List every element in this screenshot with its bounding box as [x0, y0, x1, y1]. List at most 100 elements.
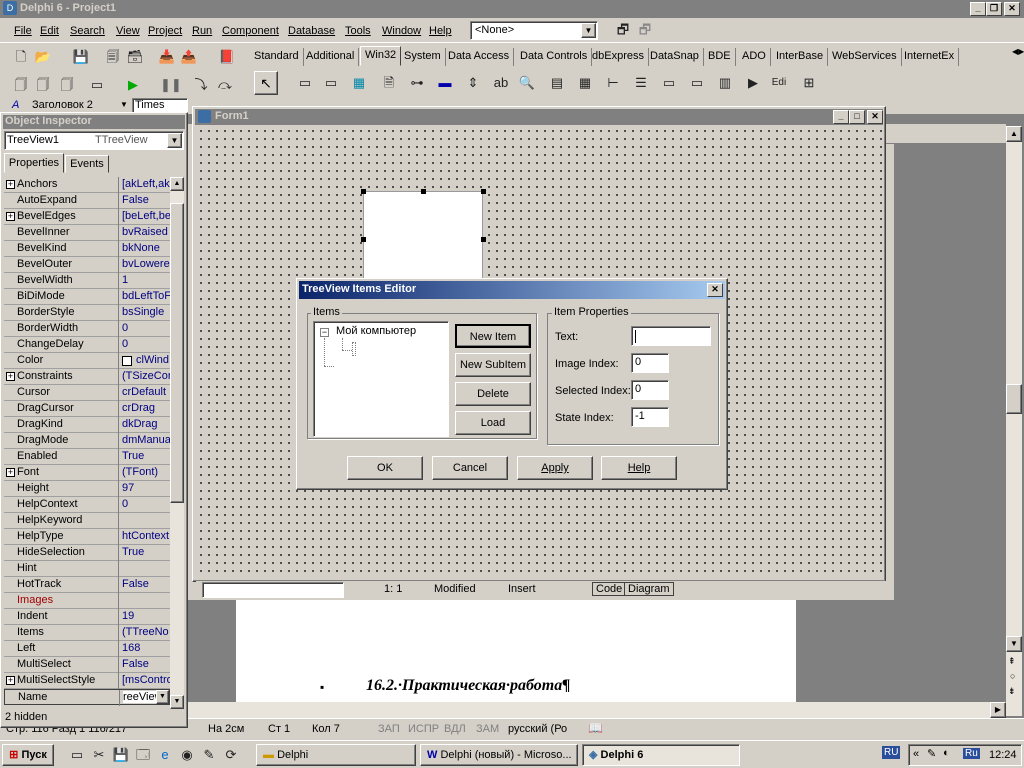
property-value[interactable]: bvLowere	[122, 258, 170, 270]
items-tree[interactable]: − Мой компьютер	[313, 321, 449, 437]
menu-run[interactable]: Run	[192, 25, 212, 37]
property-row[interactable]: BevelKind bkNone	[4, 241, 170, 257]
property-row[interactable]: Indent 19	[4, 609, 170, 625]
spelling-icon[interactable]: 📖	[588, 721, 603, 735]
property-row[interactable]: HelpKeyword	[4, 513, 170, 529]
toolbar-icon[interactable]: ▥	[716, 74, 734, 92]
palette-scroll-arrows[interactable]: ◀▶	[1012, 47, 1024, 63]
config-combo[interactable]: <None> ▼	[470, 21, 598, 40]
media-icon[interactable]: ◉	[178, 746, 196, 764]
property-row[interactable]: Name reeView1 ▼	[4, 689, 170, 706]
status-ext[interactable]: ВДЛ	[444, 723, 466, 735]
save-all-icon[interactable]: 🗐	[104, 48, 122, 66]
treeview-icon[interactable]: ⊢	[604, 74, 622, 92]
property-row[interactable]: + Font (TFont)	[4, 465, 170, 481]
tab-code[interactable]: Code	[592, 582, 627, 596]
quicklaunch-icon[interactable]: 🗔	[134, 746, 152, 764]
treeview-component[interactable]	[363, 191, 483, 291]
palette-tab-interbase[interactable]: InterBase	[772, 48, 829, 66]
style-combo[interactable]: Заголовок 2	[32, 99, 93, 111]
prev-page-icon[interactable]: ⇞	[1008, 656, 1016, 667]
property-value[interactable]: htContext	[122, 530, 169, 542]
property-value[interactable]: 0	[122, 322, 128, 334]
scroll-down-button[interactable]: ▼	[170, 695, 184, 709]
save-desktop-icon[interactable]: 🗗	[614, 21, 632, 39]
comboboxex-icon[interactable]: ⊞	[800, 74, 818, 92]
cancel-button[interactable]: Cancel	[432, 456, 508, 480]
property-value[interactable]: 168	[122, 642, 140, 654]
menu-tools[interactable]: Tools	[345, 25, 371, 37]
tray-icon[interactable]: ◐	[943, 747, 950, 759]
property-value[interactable]: reeView1	[123, 691, 169, 703]
chevron-left-icon[interactable]: «	[913, 748, 919, 760]
property-value[interactable]: True	[122, 450, 144, 462]
palette-tab-ado[interactable]: ADO	[738, 48, 771, 66]
palette-tab-dbexpress[interactable]: dbExpress	[588, 48, 649, 66]
scroll-up-button[interactable]: ▲	[1006, 126, 1022, 142]
pointer-tool[interactable]: ↖	[254, 71, 278, 95]
selection-handle[interactable]	[481, 237, 486, 242]
property-value[interactable]: 0	[122, 498, 128, 510]
selection-handle[interactable]	[361, 189, 366, 194]
menu-view[interactable]: View	[116, 25, 140, 37]
set-debug-desktop-icon[interactable]: 🗗	[636, 21, 654, 39]
apply-button[interactable]: Apply	[517, 456, 593, 480]
property-value[interactable]: False	[122, 578, 149, 590]
property-value[interactable]: 97	[122, 482, 134, 494]
form-maximize-button[interactable]: □	[849, 110, 865, 124]
scroll-up-button[interactable]: ▲	[170, 177, 184, 191]
property-row[interactable]: HideSelection True	[4, 545, 170, 561]
imagelist-icon[interactable]: ▦	[350, 74, 368, 92]
close-button[interactable]: ✕	[1004, 2, 1020, 16]
add-file-icon[interactable]: 📥	[158, 48, 176, 66]
task-word[interactable]: W Delphi (новый) - Microso...	[420, 744, 578, 766]
headercontrol-icon[interactable]: ▭	[660, 74, 678, 92]
remove-file-icon[interactable]: 📤	[180, 48, 198, 66]
property-row[interactable]: BorderStyle bsSingle	[4, 305, 170, 321]
open-project-icon[interactable]: 🗃	[126, 48, 144, 66]
selection-handle[interactable]	[361, 237, 366, 242]
help-button[interactable]: Help	[601, 456, 677, 480]
monthcalendar-icon[interactable]: ▦	[576, 74, 594, 92]
statusbar-icon[interactable]: ▭	[688, 74, 706, 92]
property-row[interactable]: BevelInner bvRaised	[4, 225, 170, 241]
menu-edit[interactable]: Edit	[40, 25, 59, 37]
property-row[interactable]: ChangeDelay 0	[4, 337, 170, 353]
scroll-thumb[interactable]	[1006, 384, 1022, 414]
chevron-down-icon[interactable]: ▼	[156, 690, 169, 704]
property-value[interactable]: [beLeft,be	[122, 210, 170, 222]
quicklaunch-icon[interactable]: ⟳	[222, 746, 240, 764]
property-value[interactable]: 1	[122, 274, 128, 286]
inspector-vscrollbar[interactable]: ▲ ▼	[170, 177, 184, 709]
selected-index-field[interactable]: 0	[631, 380, 669, 400]
property-value[interactable]: (TTreeNo	[122, 626, 169, 638]
property-value[interactable]: False	[122, 658, 149, 670]
tray-icon[interactable]: ✎	[927, 747, 936, 760]
palette-tab-system[interactable]: System	[400, 48, 446, 66]
property-row[interactable]: + Constraints (TSizeCor	[4, 369, 170, 385]
property-value[interactable]: bvRaised	[122, 226, 168, 238]
property-value[interactable]: [msContro	[122, 674, 170, 686]
palette-tab-data-controls[interactable]: Data Controls	[516, 48, 593, 66]
step-over-icon[interactable]: ⤼	[216, 76, 234, 94]
new-form-icon[interactable]: ▭	[88, 76, 106, 94]
state-index-field[interactable]: -1	[631, 407, 669, 427]
property-row[interactable]: BiDiMode bdLeftToF	[4, 289, 170, 305]
minimize-button[interactable]: _	[970, 2, 986, 16]
expand-icon[interactable]: +	[6, 676, 15, 685]
image-index-field[interactable]: 0	[631, 353, 669, 373]
palette-tab-datasnap[interactable]: DataSnap	[646, 48, 704, 66]
chevron-down-icon[interactable]: ▼	[120, 100, 128, 109]
expand-icon[interactable]: +	[6, 372, 15, 381]
property-value[interactable]: bsSingle	[122, 306, 164, 318]
property-row[interactable]: BevelWidth 1	[4, 273, 170, 289]
ie-icon[interactable]: e	[156, 746, 174, 764]
property-row[interactable]: Images	[4, 593, 170, 609]
property-row[interactable]: + BevelEdges [beLeft,be	[4, 209, 170, 225]
next-page-icon[interactable]: ⇟	[1008, 686, 1016, 697]
property-row[interactable]: MultiSelect False	[4, 657, 170, 673]
quicklaunch-icon[interactable]: ✎	[200, 746, 218, 764]
menu-search[interactable]: Search	[70, 25, 105, 37]
property-row[interactable]: DragCursor crDrag	[4, 401, 170, 417]
tab-diagram[interactable]: Diagram	[624, 582, 674, 596]
